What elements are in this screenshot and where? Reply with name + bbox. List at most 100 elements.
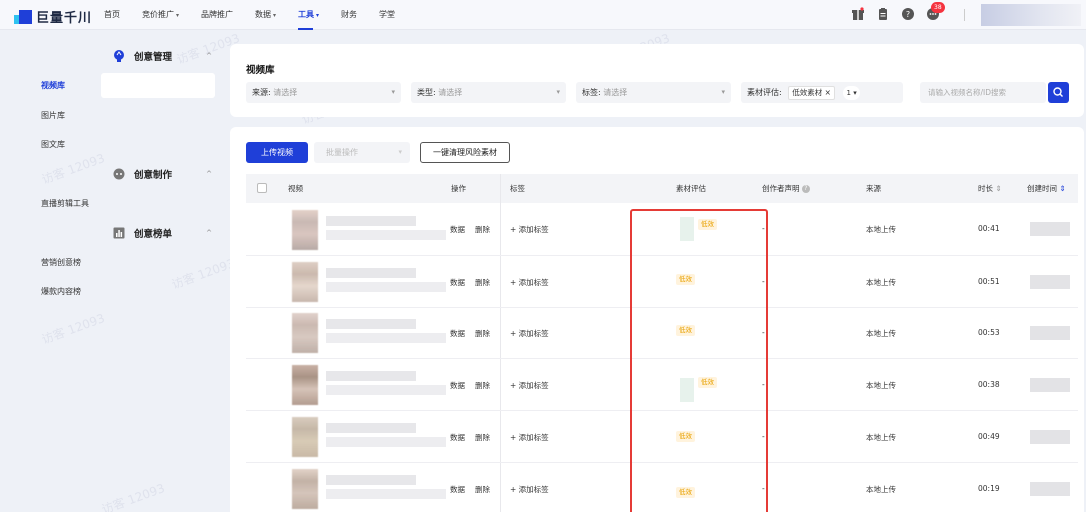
search-icon (1053, 87, 1063, 97)
sidebar-group-label: 创意榜单 (134, 229, 173, 240)
sidebar-group-creative-production[interactable]: 创意制作 ^ (112, 167, 212, 181)
nav-brand-promotion[interactable]: 品牌推广 (201, 0, 233, 30)
sidebar-group-creative-ranking[interactable]: 创意榜单 ^ (112, 226, 212, 240)
robot-icon (113, 168, 125, 180)
video-thumbnail[interactable] (292, 313, 318, 353)
help-icon[interactable]: ? (801, 185, 810, 193)
header-creator-statement: 创作者声明 ? (762, 174, 810, 203)
video-name-redacted (326, 475, 416, 485)
nav-label: 数据 (255, 10, 272, 19)
data-link[interactable]: 数据 (450, 277, 465, 288)
filter-label: 类型: (417, 88, 436, 97)
source-filter-select[interactable]: 来源: 请选择 ▾ (246, 82, 401, 103)
nav-finance[interactable]: 财务 (341, 0, 357, 30)
search-input[interactable]: 请输入视频名称/ID搜索 (920, 82, 1046, 103)
video-name-redacted (326, 423, 416, 433)
gift-icon[interactable] (851, 7, 865, 21)
nav-label: 首页 (104, 10, 120, 19)
close-icon[interactable]: × (825, 88, 831, 97)
batch-operation-button[interactable]: 批量操作 ▾ (314, 142, 410, 163)
clipboard-icon[interactable] (876, 7, 890, 21)
sidebar-item-video-library[interactable]: 视频库 (41, 80, 65, 91)
delete-link[interactable]: 删除 (475, 224, 490, 235)
delete-link[interactable]: 删除 (475, 277, 490, 288)
video-thumbnail[interactable] (292, 210, 318, 250)
material-eval-filter-select[interactable]: 素材评估: 低效素材 × 1 ▾ (741, 82, 903, 103)
user-account-menu[interactable] (981, 4, 1081, 26)
nav-data[interactable]: 数据 ▾ (255, 0, 276, 30)
sidebar-active-highlight (101, 73, 215, 98)
chevron-down-icon: ▾ (176, 12, 180, 19)
sidebar-group-creative-management[interactable]: 创意管理 ^ (112, 49, 212, 63)
created-time-redacted (1030, 430, 1070, 444)
chevron-up-icon: ^ (206, 170, 212, 178)
sort-icon: ⇕ (995, 184, 1002, 193)
data-link[interactable]: 数据 (450, 328, 465, 339)
video-thumbnail[interactable] (292, 262, 318, 302)
add-tag-button[interactable]: + 添加标签 (510, 224, 549, 235)
header-label: 创作者声明 (762, 184, 800, 193)
tag-filter-select[interactable]: 标签: 请选择 ▾ (576, 82, 731, 103)
chevron-down-icon: ▾ (721, 88, 725, 96)
video-thumbnail[interactable] (292, 417, 318, 457)
help-icon[interactable]: ? (901, 7, 915, 21)
filter-card (230, 44, 1084, 117)
header-label: 时长 (978, 184, 993, 193)
count-value: 1 (846, 89, 851, 97)
data-link[interactable]: 数据 (450, 380, 465, 391)
sidebar-item-marketing-creative-ranking[interactable]: 营销创意榜 (41, 257, 81, 268)
nav-home[interactable]: 首页 (104, 0, 120, 30)
upload-video-button[interactable]: 上传视频 (246, 142, 308, 163)
type-filter-select[interactable]: 类型: 请选择 ▾ (411, 82, 566, 103)
data-link[interactable]: 数据 (450, 224, 465, 235)
sidebar-group-label: 创意制作 (134, 170, 173, 181)
source-value: 本地上传 (866, 485, 896, 494)
video-id-redacted (326, 437, 446, 447)
nav-tools[interactable]: 工具 ▾ (298, 0, 319, 30)
sidebar-item-hit-content-ranking[interactable]: 爆款内容榜 (41, 286, 81, 297)
add-tag-button[interactable]: + 添加标签 (510, 432, 549, 443)
selected-filter-chip[interactable]: 低效素材 × (788, 86, 835, 100)
chevron-up-icon: ^ (206, 52, 212, 60)
chevron-down-icon: ▾ (853, 89, 857, 97)
created-time-redacted (1030, 326, 1070, 340)
add-tag-button[interactable]: + 添加标签 (510, 484, 549, 495)
header-duration-sort[interactable]: 时长 ⇕ (978, 174, 1002, 203)
video-thumbnail[interactable] (292, 469, 318, 509)
source-value: 本地上传 (866, 225, 896, 234)
video-thumbnail[interactable] (292, 365, 318, 405)
header-created-sort[interactable]: 创建时间 ⇕ (1027, 174, 1066, 203)
select-all-checkbox[interactable] (257, 183, 267, 193)
filter-placeholder: 请选择 (603, 88, 628, 97)
chevron-up-icon: ^ (206, 229, 212, 237)
sidebar-item-image-library[interactable]: 图片库 (41, 110, 65, 121)
nav-label: 财务 (341, 10, 358, 19)
created-time-redacted (1030, 378, 1070, 392)
delete-link[interactable]: 删除 (475, 328, 490, 339)
nav-bidding-promotion[interactable]: 竞价推广 ▾ (142, 0, 179, 30)
material-eval-highlight-box (630, 209, 768, 512)
nav-academy[interactable]: 学堂 (379, 0, 395, 30)
add-tag-button[interactable]: + 添加标签 (510, 328, 549, 339)
sidebar-item-live-clip-tool[interactable]: 直播剪辑工具 (41, 198, 89, 209)
created-time-redacted (1030, 222, 1070, 236)
filter-placeholder: 请选择 (438, 88, 463, 97)
header-tags: 标签 (510, 184, 525, 193)
delete-link[interactable]: 删除 (475, 484, 490, 495)
brand-logo[interactable]: 巨量千川 (14, 7, 92, 26)
clear-risk-material-button[interactable]: 一键清理风险素材 (420, 142, 510, 163)
data-link[interactable]: 数据 (450, 432, 465, 443)
sidebar-item-graphic-library[interactable]: 图文库 (41, 139, 65, 150)
chevron-down-icon: ▾ (316, 12, 320, 19)
data-link[interactable]: 数据 (450, 484, 465, 495)
delete-link[interactable]: 删除 (475, 432, 490, 443)
header-label: 创建时间 (1027, 184, 1057, 193)
add-tag-button[interactable]: + 添加标签 (510, 380, 549, 391)
divider (964, 9, 965, 21)
search-button[interactable] (1048, 82, 1069, 103)
video-id-redacted (326, 385, 446, 395)
delete-link[interactable]: 删除 (475, 380, 490, 391)
add-tag-button[interactable]: + 添加标签 (510, 277, 549, 288)
bulb-icon (114, 50, 124, 62)
video-id-redacted (326, 489, 446, 499)
